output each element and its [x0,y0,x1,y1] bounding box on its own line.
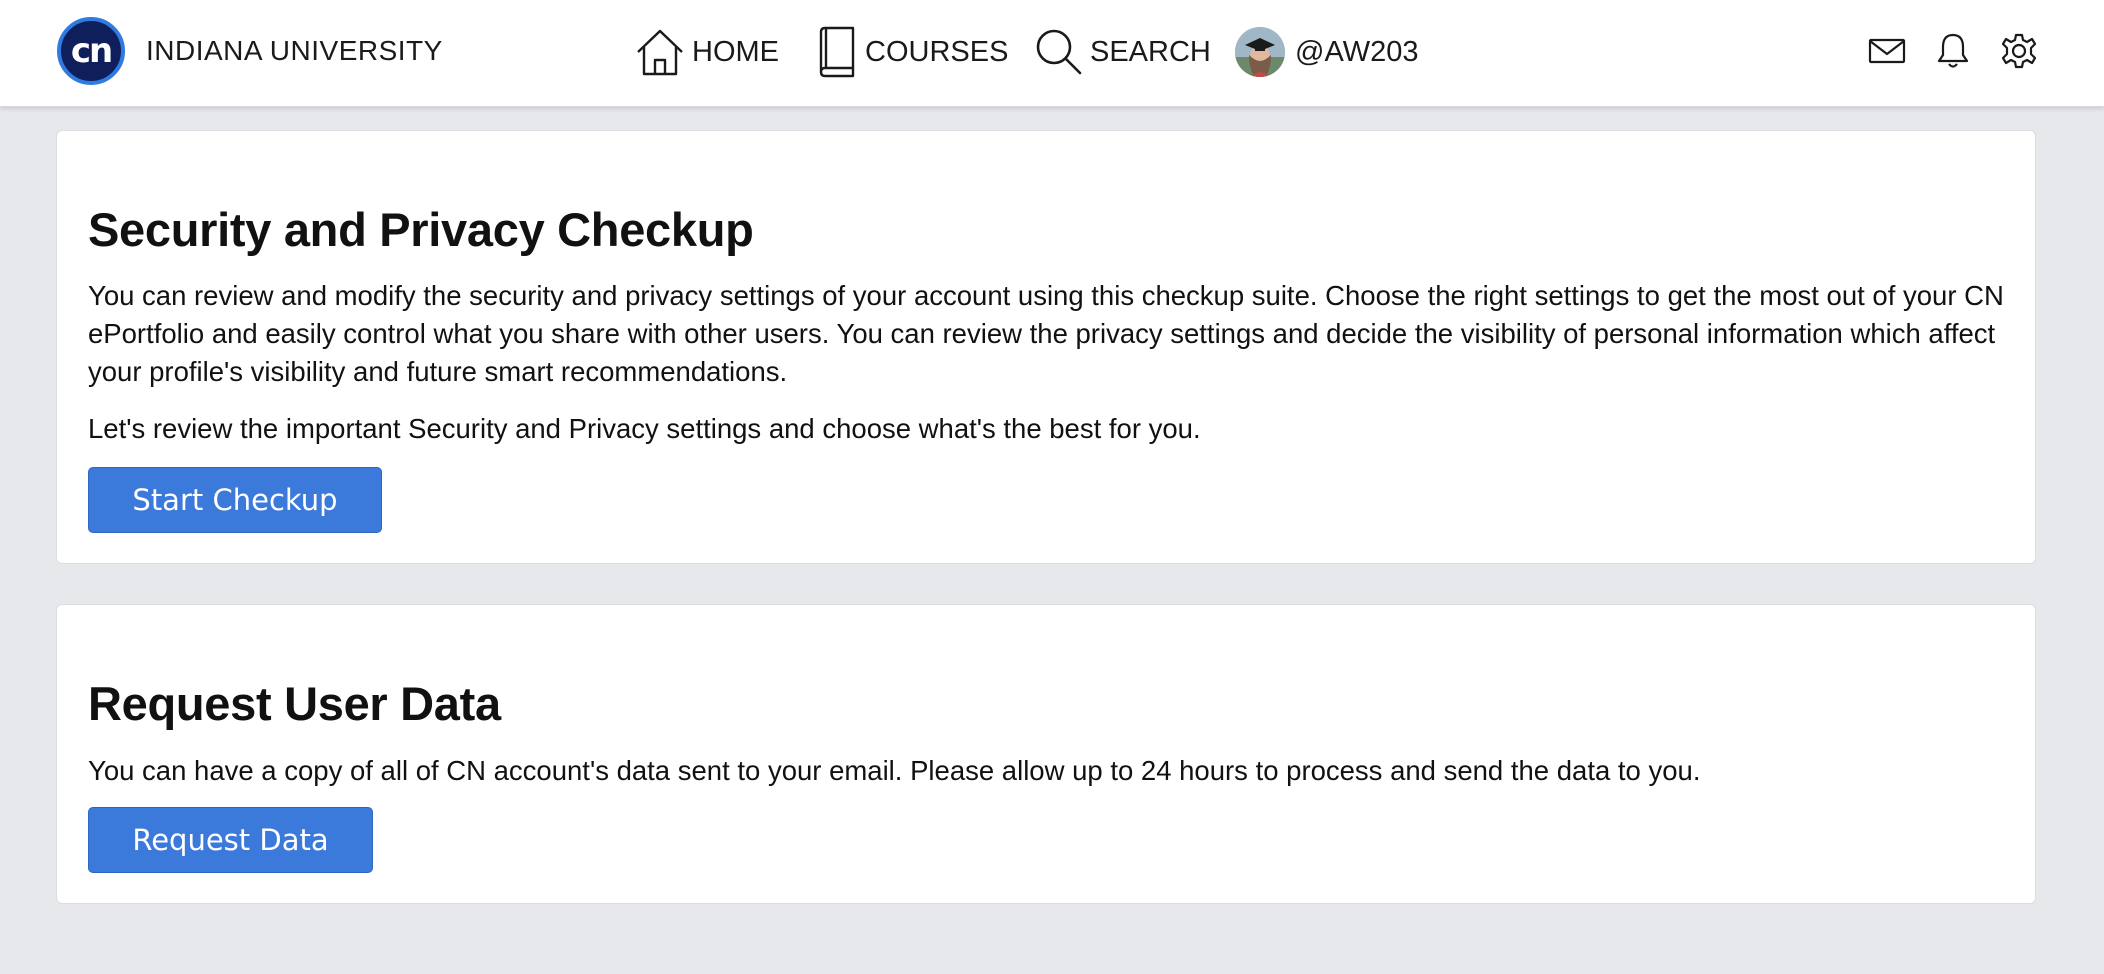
brand-name: INDIANA UNIVERSITY [146,35,443,66]
cn-logo[interactable]: cn [57,17,125,85]
request-title: Request User Data [88,677,501,730]
request-data-card: Request User Data You can have a copy of… [56,604,2036,904]
security-checkup-card: Security and Privacy Checkup You can rev… [56,130,2036,564]
nav-search-label: SEARCH [1090,35,1211,68]
book-icon [815,26,859,78]
request-description: You can have a copy of all of CN account… [88,755,1701,786]
start-checkup-button[interactable]: Start Checkup [88,467,382,533]
home-icon [634,26,686,78]
nav-profile[interactable]: @AW203 [1235,25,1418,79]
header-actions [1844,28,2042,74]
mail-icon[interactable] [1864,28,1910,74]
gear-icon[interactable] [1996,28,2042,74]
security-prompt: Let's review the important Security and … [88,413,1201,444]
nav-username: @AW203 [1295,35,1419,68]
request-data-button[interactable]: Request Data [88,807,373,873]
bell-icon[interactable] [1930,28,1976,74]
nav-courses-label: COURSES [865,35,1009,68]
search-icon [1034,27,1084,77]
security-description: You can review and modify the security a… [88,280,2004,387]
top-navbar: cn INDIANA UNIVERSITY HOME COURSES SEARC… [0,0,2104,107]
brand[interactable]: cn INDIANA UNIVERSITY [57,17,443,85]
security-title: Security and Privacy Checkup [88,203,754,256]
nav-home[interactable]: HOME [634,25,779,79]
nav-courses[interactable]: COURSES [815,25,1008,79]
nav-home-label: HOME [692,35,779,68]
nav-search[interactable]: SEARCH [1034,25,1211,79]
avatar[interactable] [1235,27,1285,77]
